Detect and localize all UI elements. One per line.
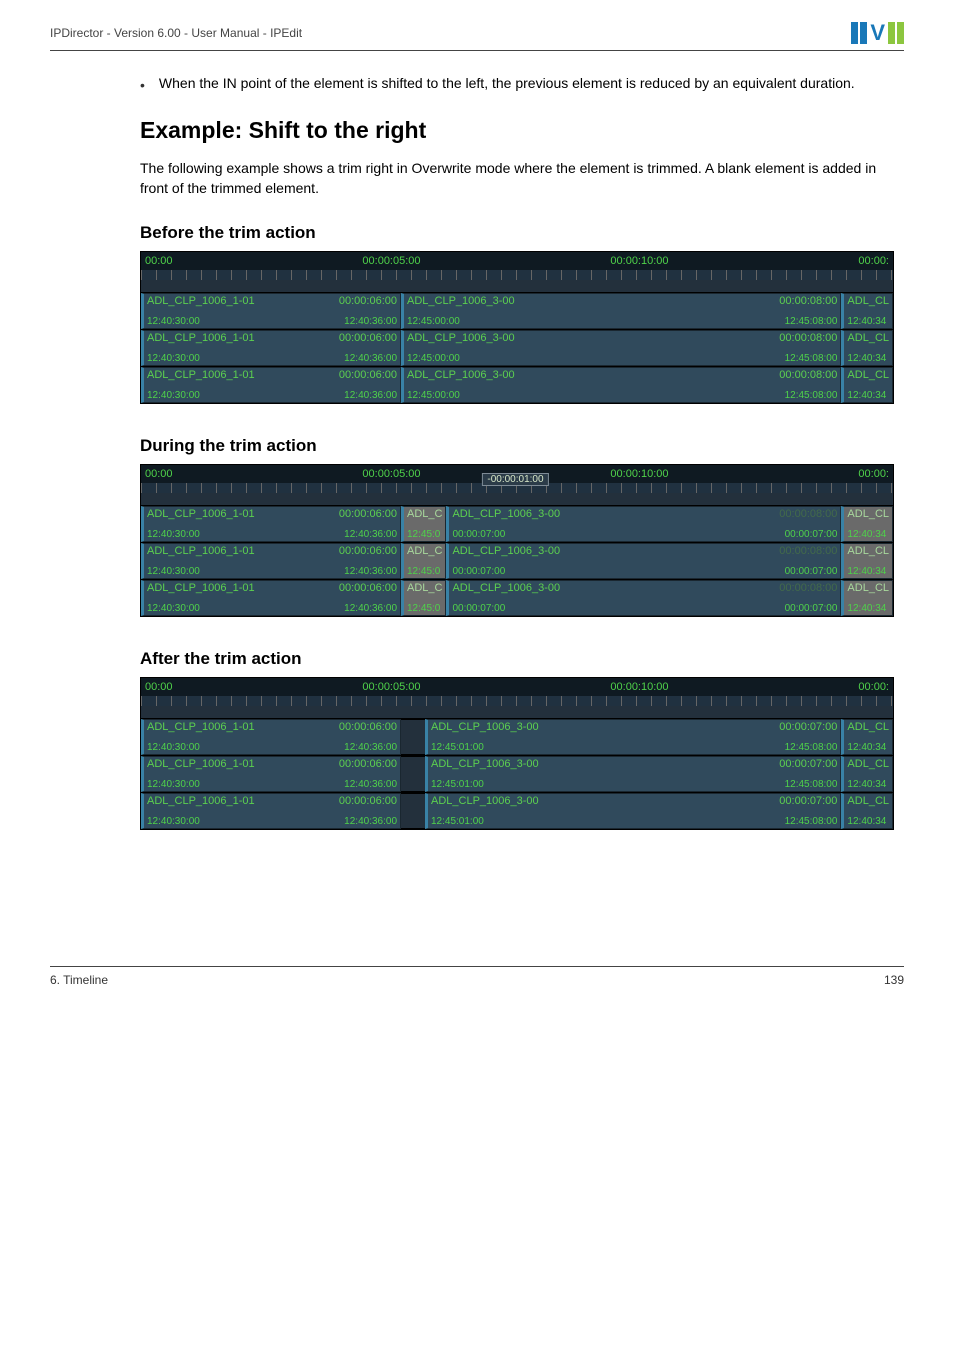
- blank-gap: [401, 756, 425, 792]
- bullet-icon: •: [140, 77, 145, 93]
- clip-left[interactable]: ADL_CLP_1006_1-0100:00:06:00 12:40:30:00…: [141, 293, 401, 329]
- subtitle-before: Before the trim action: [140, 223, 894, 243]
- ruler-t3: 00:00:: [858, 255, 889, 267]
- ruler-t2: 00:00:10:00: [610, 681, 668, 693]
- ruler-t0: 00:00: [145, 468, 173, 480]
- clip-left[interactable]: ADL_CLP_1006_1-0100:00:06:00 12:40:30:00…: [141, 506, 401, 542]
- clip-right[interactable]: ADL_CLP_1006_3-0000:00:08:00 00:00:07:00…: [446, 580, 841, 616]
- ruler-t1: 00:00:05:00: [362, 681, 420, 693]
- clip-left[interactable]: ADL_CLP_1006_1-0100:00:06:00 12:40:30:00…: [141, 719, 401, 755]
- clip-right[interactable]: ADL_CLP_1006_3-0000:00:08:00 12:45:00:00…: [401, 367, 841, 403]
- ruler-t2: 00:00:10:00: [610, 468, 668, 480]
- ruler-t3: 00:00:: [858, 468, 889, 480]
- clip-left[interactable]: ADL_CLP_1006_1-0100:00:06:00 12:40:30:00…: [141, 580, 401, 616]
- track-row: ADL_CLP_1006_1-0100:00:06:00 12:40:30:00…: [141, 505, 893, 616]
- timeline-after: 00:00 00:00:05:00 00:00:10:00 00:00: ADL…: [140, 677, 894, 830]
- bullet-text: When the IN point of the element is shif…: [159, 75, 855, 91]
- blank-gap: [401, 793, 425, 829]
- clip-frag[interactable]: ADL_CL 12:40:34: [841, 580, 893, 616]
- evs-logo: V: [851, 20, 904, 46]
- ruler-t0: 00:00: [145, 255, 173, 267]
- section-paragraph: The following example shows a trim right…: [140, 158, 894, 199]
- timeline-during: 00:00 00:00:05:00 -00:00:01:00 00:00:10:…: [140, 464, 894, 617]
- subtitle-after: After the trim action: [140, 649, 894, 669]
- track-row: ADL_CLP_1006_1-0100:00:06:00 12:40:30:00…: [141, 718, 893, 829]
- ruler-t2: 00:00:10:00: [610, 255, 668, 267]
- ruler-t1: 00:00:05:00: [362, 468, 420, 480]
- clip-frag[interactable]: ADL_CL 12:40:34: [841, 367, 893, 403]
- timeline-before: 00:00 00:00:05:00 00:00:10:00 00:00: ADL…: [140, 251, 894, 404]
- cursor-timecode: -00:00:01:00: [482, 473, 548, 486]
- footer-left: 6. Timeline: [50, 973, 108, 987]
- clip-right[interactable]: ADL_CLP_1006_3-0000:00:08:00 00:00:07:00…: [446, 543, 841, 579]
- section-title: Example: Shift to the right: [140, 117, 894, 144]
- footer-page: 139: [884, 973, 904, 987]
- clip-right[interactable]: ADL_CLP_1006_3-0000:00:07:00 12:45:01:00…: [425, 719, 841, 755]
- clip-frag[interactable]: ADL_CL 12:40:34: [841, 719, 893, 755]
- clip-left[interactable]: ADL_CLP_1006_1-0100:00:06:00 12:40:30:00…: [141, 330, 401, 366]
- subtitle-during: During the trim action: [140, 436, 894, 456]
- clip-right[interactable]: ADL_CLP_1006_3-0000:00:08:00 00:00:07:00…: [446, 506, 841, 542]
- clip-mid-stub[interactable]: ADL_C 12:45:0: [401, 506, 446, 542]
- clip-frag[interactable]: ADL_CL 12:40:34: [841, 330, 893, 366]
- clip-mid-stub[interactable]: ADL_C 12:45:0: [401, 543, 446, 579]
- ruler-t3: 00:00:: [858, 681, 889, 693]
- clip-frag[interactable]: ADL_CL 12:40:34: [841, 293, 893, 329]
- clip-mid-stub[interactable]: ADL_C 12:45:0: [401, 580, 446, 616]
- track-row: ADL_CLP_1006_1-0100:00:06:00 12:40:30:00…: [141, 292, 893, 403]
- clip-right[interactable]: ADL_CLP_1006_3-0000:00:08:00 12:45:00:00…: [401, 293, 841, 329]
- blank-gap: [401, 719, 425, 755]
- clip-frag[interactable]: ADL_CL 12:40:34: [841, 756, 893, 792]
- clip-frag[interactable]: ADL_CL 12:40:34: [841, 543, 893, 579]
- clip-frag[interactable]: ADL_CL 12:40:34: [841, 793, 893, 829]
- clip-left[interactable]: ADL_CLP_1006_1-0100:00:06:00 12:40:30:00…: [141, 367, 401, 403]
- clip-frag[interactable]: ADL_CL 12:40:34: [841, 506, 893, 542]
- clip-left[interactable]: ADL_CLP_1006_1-0100:00:06:00 12:40:30:00…: [141, 793, 401, 829]
- clip-right[interactable]: ADL_CLP_1006_3-0000:00:07:00 12:45:01:00…: [425, 793, 841, 829]
- ruler-t0: 00:00: [145, 681, 173, 693]
- clip-left[interactable]: ADL_CLP_1006_1-0100:00:06:00 12:40:30:00…: [141, 756, 401, 792]
- ruler-t1: 00:00:05:00: [362, 255, 420, 267]
- breadcrumb: IPDirector - Version 6.00 - User Manual …: [50, 26, 302, 40]
- clip-left[interactable]: ADL_CLP_1006_1-0100:00:06:00 12:40:30:00…: [141, 543, 401, 579]
- clip-right[interactable]: ADL_CLP_1006_3-0000:00:08:00 12:45:00:00…: [401, 330, 841, 366]
- clip-right[interactable]: ADL_CLP_1006_3-0000:00:07:00 12:45:01:00…: [425, 756, 841, 792]
